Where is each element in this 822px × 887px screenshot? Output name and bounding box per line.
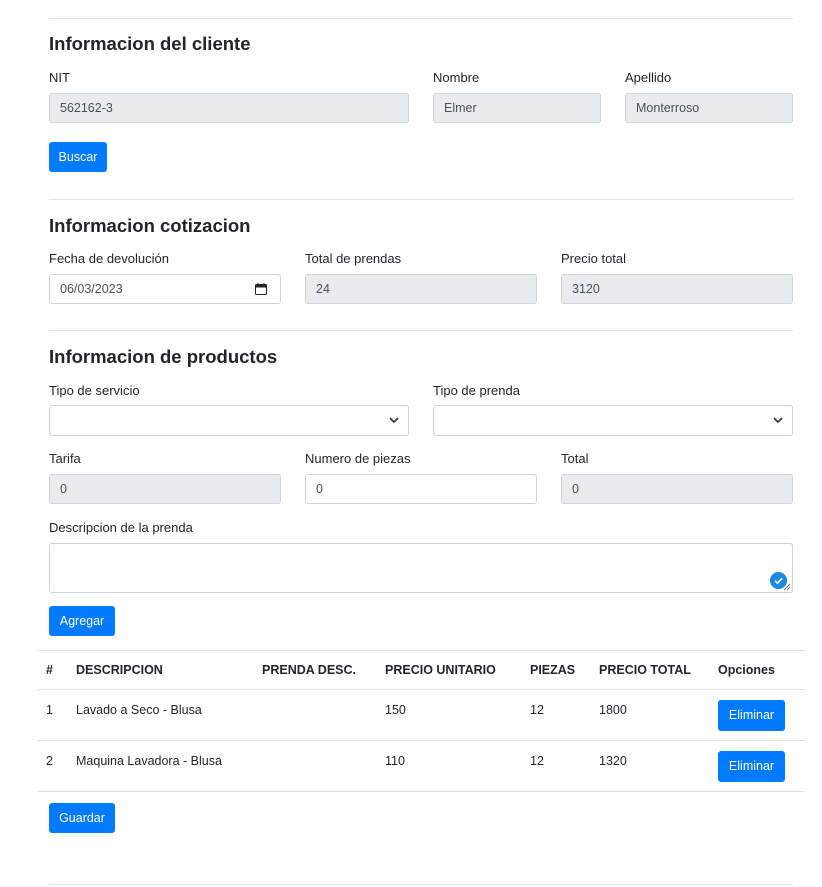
col-prenda-desc: PRENDA DESC. (253, 650, 376, 690)
divider-3 (49, 330, 793, 331)
precio-total-field[interactable]: 3120 (561, 274, 793, 304)
eliminar-button[interactable]: Eliminar (718, 751, 785, 782)
col-descripcion: DESCRIPCION (67, 650, 253, 690)
fecha-value: 06/03/2023 (60, 282, 123, 296)
table-row: 2 Maquina Lavadora - Blusa 110 12 1320 E… (37, 740, 805, 792)
precio-total-label: Precio total (561, 251, 627, 266)
col-number: # (37, 650, 67, 690)
nombre-field[interactable]: Elmer (433, 93, 601, 123)
agregar-button[interactable]: Agregar (49, 606, 115, 636)
buscar-button[interactable]: Buscar (49, 142, 107, 172)
table-row: 1 Lavado a Seco - Blusa 150 12 1800 Elim… (37, 689, 805, 741)
apellido-label: Apellido (625, 70, 672, 85)
cell-piezas: 12 (521, 689, 590, 741)
cell-opciones: Eliminar (709, 689, 805, 741)
product-section-title: Informacion de productos (49, 346, 278, 367)
nit-field[interactable]: 562162-3 (49, 93, 409, 123)
cell-precio-total: 1320 (590, 740, 709, 792)
cell-descripcion: Maquina Lavadora - Blusa (67, 740, 253, 792)
guardar-button[interactable]: Guardar (49, 803, 115, 833)
tarifa-label: Tarifa (49, 451, 81, 466)
tipo-servicio-label: Tipo de servicio (49, 383, 140, 398)
table-header-row: # DESCRIPCION PRENDA DESC. PRECIO UNITAR… (37, 650, 805, 690)
tipo-servicio-select[interactable] (49, 405, 409, 436)
col-piezas: PIEZAS (521, 650, 590, 690)
tarifa-field[interactable]: 0 (49, 474, 281, 504)
cell-prenda-desc (253, 740, 376, 792)
cell-precio-unitario: 150 (376, 689, 521, 741)
total-field[interactable]: 0 (561, 474, 793, 504)
total-prendas-label: Total de prendas (305, 251, 402, 266)
bottom-divider (49, 884, 793, 885)
numero-piezas-label: Numero de piezas (305, 451, 411, 466)
quote-section-title: Informacion cotizacion (49, 215, 251, 236)
apellido-field[interactable]: Monterroso (625, 93, 793, 123)
products-table: # DESCRIPCION PRENDA DESC. PRECIO UNITAR… (37, 650, 805, 792)
cell-descripcion: Lavado a Seco - Blusa (67, 689, 253, 741)
descripcion-label: Descripcion de la prenda (49, 520, 193, 535)
col-precio-total: PRECIO TOTAL (590, 650, 709, 690)
eliminar-button[interactable]: Eliminar (718, 700, 785, 731)
cell-number: 1 (37, 689, 67, 741)
total-prendas-field[interactable]: 24 (305, 274, 537, 304)
tipo-prenda-label: Tipo de prenda (433, 383, 520, 398)
total-label: Total (561, 451, 589, 466)
resize-handle-icon[interactable] (783, 583, 791, 591)
descripcion-textarea[interactable] (49, 543, 793, 593)
col-precio-unitario: PRECIO UNITARIO (376, 650, 521, 690)
cell-opciones: Eliminar (709, 740, 805, 792)
cell-piezas: 12 (521, 740, 590, 792)
divider-2 (49, 199, 793, 200)
nit-label: NIT (49, 70, 70, 85)
cell-number: 2 (37, 740, 67, 792)
top-divider (49, 18, 793, 19)
nombre-label: Nombre (433, 70, 480, 85)
cell-prenda-desc (253, 689, 376, 741)
tipo-prenda-select[interactable] (433, 405, 793, 436)
calendar-icon[interactable] (255, 283, 267, 295)
client-section-title: Informacion del cliente (49, 33, 251, 54)
cell-precio-unitario: 110 (376, 740, 521, 792)
cell-precio-total: 1800 (590, 689, 709, 741)
chevron-down-icon (773, 417, 783, 424)
col-opciones: Opciones (709, 650, 805, 690)
numero-piezas-input[interactable]: 0 (305, 474, 537, 504)
fecha-label: Fecha de devolución (49, 251, 169, 266)
chevron-down-icon (389, 417, 399, 424)
fecha-date-input[interactable]: 06/03/2023 (49, 274, 281, 304)
